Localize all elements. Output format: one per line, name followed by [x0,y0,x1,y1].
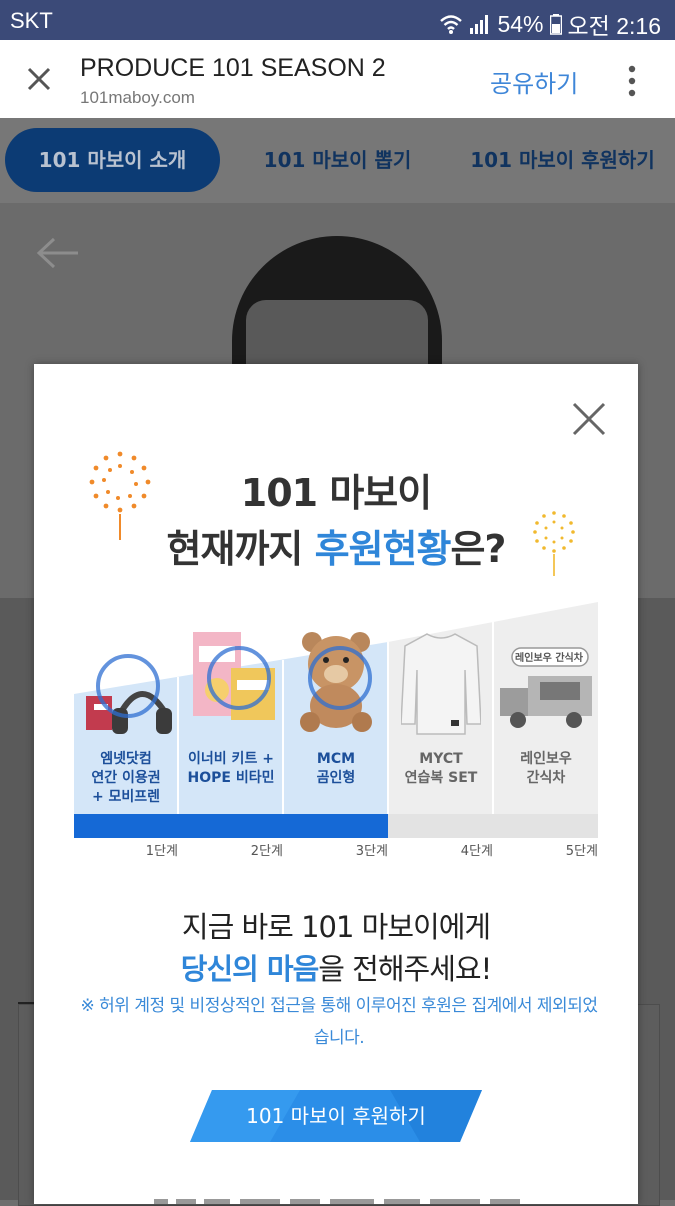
heading-suffix: 은? [450,527,506,571]
status-bar: SKT 54% 오전 2:16 [0,0,675,40]
sweatshirt-icon [400,630,482,740]
tab-pick[interactable]: 101 마보이 뽑기 [240,128,435,192]
stage-1: 엠넷닷컴 연간 이용권 + 모비프렌 [74,602,178,814]
page-url: 101maboy.com [80,88,195,107]
stage-1-number: 1단계 [145,844,178,859]
stage-2: 이너비 키트 + HOPE 비타민 [179,602,283,814]
cut-off-text [154,1190,534,1204]
close-icon[interactable] [571,401,607,437]
tab-intro[interactable]: 101 마보이 소개 [5,128,220,192]
more-options-icon[interactable] [622,64,642,98]
signal-icon [469,13,491,35]
truck-sign: 레인보우 간식차 [515,653,583,664]
sponsor-status-modal: 101 마보이 현재까지 후원현황은? 엠넷닷컴 연간 이용권 + 모비프렌 이… [34,364,638,1204]
sponsor-button[interactable]: 101 마보이 후원하기 [190,1090,482,1142]
stage-2-label: 이너비 키트 + HOPE 비타민 [187,751,275,786]
heading-prefix: 현재까지 [166,527,315,571]
stage-3: MCM 곰인형 [284,602,388,814]
message-suffix: 을 전해주세요! [318,952,492,986]
progress-bar [74,814,598,838]
stage-5-number: 5단계 [565,844,598,859]
disclaimer-note: ※ 허위 계정 및 비정상적인 접근을 통해 이루어진 후원은 집계에서 제외되… [80,996,598,1048]
mission-clear-stamp [96,654,160,718]
battery-icon [549,13,562,35]
heading-highlight: 후원현황 [314,527,452,571]
stage-3-number: 3단계 [355,844,388,859]
stage-1-label: 엠넷닷컴 연간 이용권 + 모비프렌 [91,751,161,805]
mission-clear-stamp [308,646,372,710]
progress-bar-fill [74,814,389,838]
battery-level: 54% [497,10,544,37]
carrier-label: SKT [10,8,53,33]
modal-heading-line1: 101 마보이 [240,471,432,515]
modal-heading-line2: 현재까지 후원현황은? [34,518,638,573]
close-icon[interactable] [24,64,54,94]
clock: 오전 2:16 [567,13,661,39]
stage-4: MYCT 연습복 SET [389,602,493,814]
back-arrow-icon[interactable] [34,236,80,274]
page-title: PRODUCE 101 SEASON 2 [80,54,386,82]
stage-4-number: 4단계 [460,844,493,859]
stage-4-label: MYCT 연습복 SET [404,751,478,786]
profile-photo-face [246,300,428,370]
mission-clear-stamp [207,646,271,710]
share-button[interactable]: 공유하기 [490,64,578,99]
tab-sponsor[interactable]: 101 마보이 후원하기 [455,128,670,192]
sponsor-stages: 엠넷닷컴 연간 이용권 + 모비프렌 이너비 키트 + HOPE 비타민 MCM… [74,602,598,838]
message-line2: 당신의 마음을 전해주세요! [34,946,638,988]
stage-5-label: 레인보우 간식차 [520,751,572,786]
stage-5: 레인보우 간식차 레인보우 간식차 [494,602,598,814]
stage-3-label: MCM 곰인형 [316,751,356,786]
stage-labels: 1단계 2단계 3단계 4단계 5단계 [74,838,598,862]
sponsor-button-label: 101 마보이 후원하기 [246,1104,426,1128]
stage-2-number: 2단계 [250,844,283,859]
page-nav: 101 마보이 소개 101 마보이 뽑기 101 마보이 후원하기 [0,118,675,203]
wifi-icon [439,13,463,35]
message-highlight: 당신의 마음 [180,952,319,986]
browser-header: PRODUCE 101 SEASON 2 101maboy.com 공유하기 [0,40,675,118]
message-line1: 지금 바로 101 마보이에게 [181,910,491,944]
